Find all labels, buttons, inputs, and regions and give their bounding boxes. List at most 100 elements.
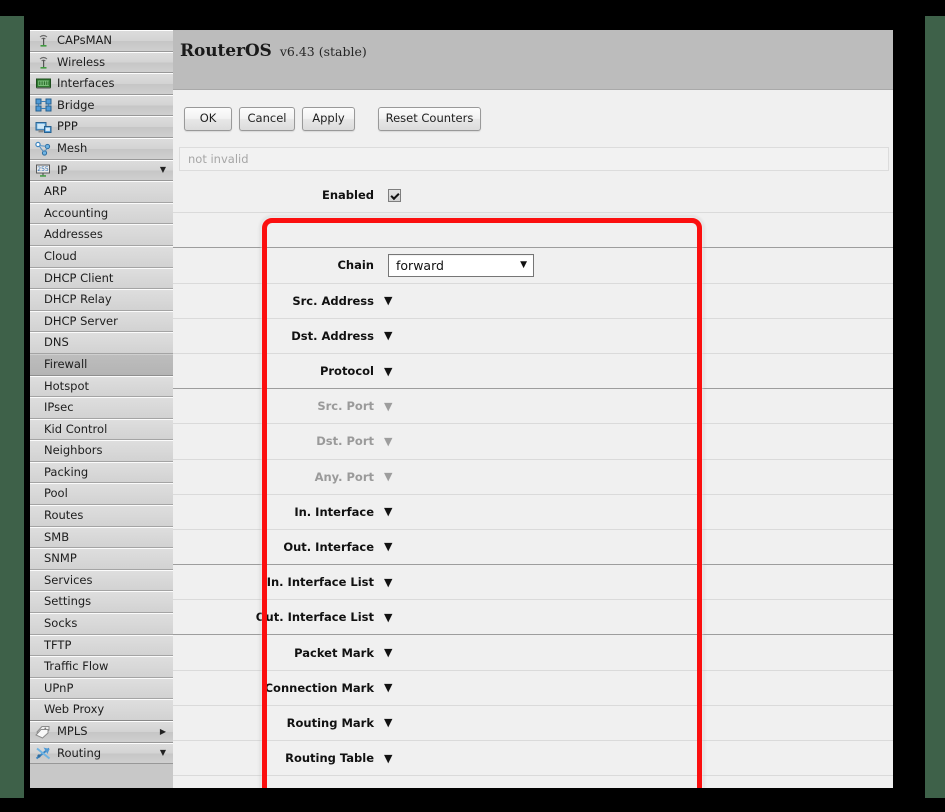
chevron-right-icon[interactable]: ▶ [160,727,166,736]
expand-chevron-down-icon: ▼ [384,399,393,413]
sidebar-item-label: Firewall [44,356,88,371]
form-label-connection-mark: Connection Mark [264,680,374,695]
sidebar-item-kid-control[interactable]: Kid Control [30,418,173,441]
form-label-out-interface: Out. Interface [283,539,374,554]
sidebar-item-traffic-flow[interactable]: Traffic Flow [30,656,173,678]
form-label-out-interface-list: Out. Interface List [255,610,374,625]
window-titlebar: RouterOS v6.43 (stable) [173,30,893,90]
sidebar-item-accounting[interactable]: Accounting [30,202,173,225]
sidebar-item-services[interactable]: Services [30,569,173,592]
form-row-enabled: Enabled [173,178,893,214]
form-row-any-port: Any. Port ▼ [173,459,893,495]
sidebar-item-addresses[interactable]: Addresses [30,224,173,246]
sidebar-item-settings[interactable]: Settings [30,591,173,614]
sidebar-item-ppp[interactable]: PPP [30,116,173,138]
form-label-chain: Chain [337,258,374,273]
version-label: v6.43 (stable) [279,44,367,59]
sidebar-item-tftp[interactable]: TFTP [30,634,173,657]
routeros-window: CAPsMAN Wireless Interfaces Bridge PPP Mesh 25… [30,30,893,788]
content-panel: RouterOS v6.43 (stable) OK Cancel Apply … [173,30,893,788]
reset-counters-button[interactable]: Reset Counters [378,106,481,131]
sidebar-item-label: SNMP [44,551,77,566]
sidebar-item-web-proxy[interactable]: Web Proxy [30,699,173,721]
desktop-edge-right [925,0,945,812]
expand-chevron-down-icon[interactable]: ▼ [384,682,392,693]
bridge-icon [35,98,52,112]
sidebar-item-socks[interactable]: Socks [30,613,173,635]
expand-chevron-down-icon[interactable]: ▼ [384,330,392,341]
sidebar-item-arp[interactable]: ARP [30,181,173,203]
expand-chevron-down-icon[interactable]: ▼ [384,717,392,728]
form-control-cell: ▼ [381,541,893,552]
form-control-cell: ▼ [381,471,893,482]
chevron-down-icon[interactable]: ▼ [160,749,166,757]
form-control-cell: ▼ [381,436,893,447]
sidebar-item-label: Cloud [44,248,77,263]
sidebar-item-upnp[interactable]: UPnP [30,677,173,700]
form-control-cell: ▼ [381,401,893,412]
sidebar-item-firewall[interactable]: Firewall [30,353,173,376]
sidebar-item-routes[interactable]: Routes [30,505,173,527]
form-row-routing-mark: Routing Mark ▼ [173,705,893,741]
sidebar-item-interfaces[interactable]: Interfaces [30,73,173,95]
apply-button[interactable]: Apply [302,106,355,131]
sidebar-item-smb[interactable]: SMB [30,526,173,549]
sidebar-item-label: Addresses [44,227,103,242]
expand-chevron-down-icon[interactable]: ▼ [384,295,392,306]
sidebar-item-label: DHCP Relay [44,292,112,307]
sidebar-item-hotspot[interactable]: Hotspot [30,375,173,398]
sidebar-item-label: DHCP Client [44,270,114,285]
sidebar-item-dhcp-client[interactable]: DHCP Client [30,267,173,290]
form-label-dst-port: Dst. Port [316,434,374,449]
mesh-icon [35,142,51,156]
sidebar-item-ip[interactable]: 255 IP ▼ [30,159,173,182]
sidebar-item-packing[interactable]: Packing [30,461,173,484]
sidebar-item-pool[interactable]: Pool [30,483,173,506]
sidebar-item-mpls[interactable]: MPLS ▶ [30,721,173,743]
sidebar-item-label: DNS [44,335,69,350]
form-label-protocol: Protocol [319,364,374,379]
form-row-src-port: Src. Port ▼ [173,389,893,425]
expand-chevron-down-icon[interactable]: ▼ [384,366,392,377]
sidebar-item-label: UPnP [44,680,74,695]
form-label-src-address: Src. Address [292,293,374,308]
ok-button[interactable]: OK [184,106,232,131]
sidebar-item-wireless[interactable]: Wireless [30,51,173,74]
expand-chevron-down-icon[interactable]: ▼ [384,506,392,517]
sidebar-item-label: SMB [44,529,70,544]
form-row-packet-mark: Packet Mark ▼ [173,635,893,671]
status-field[interactable]: not invalid [179,147,889,171]
form-row-src-address: Src. Address ▼ [173,283,893,319]
cancel-button[interactable]: Cancel [239,106,295,131]
sidebar-item-dhcp-server[interactable]: DHCP Server [30,310,173,333]
sidebar-item-neighbors[interactable]: Neighbors [30,440,173,462]
form-label-dst-address: Dst. Address [291,328,374,343]
sidebar-item-bridge[interactable]: Bridge [30,94,173,117]
sidebar-item-label: Routes [44,508,84,523]
sidebar-item-label: Interfaces [57,76,115,91]
sidebar-item-cloud[interactable]: Cloud [30,245,173,268]
expand-chevron-down-icon[interactable]: ▼ [384,577,392,588]
form-control-cell: ▼ [381,682,893,693]
sidebar-item-capsman[interactable]: CAPsMAN [30,30,173,52]
enabled-checkbox[interactable] [388,188,401,202]
sidebar-item-mesh[interactable]: Mesh [30,137,173,160]
sidebar-item-label: CAPsMAN [57,33,113,47]
form-control-cell [381,188,893,202]
expand-chevron-down-icon[interactable]: ▼ [384,753,392,764]
form-row-routing-table: Routing Table ▼ [173,741,893,777]
sidebar-item-dhcp-relay[interactable]: DHCP Relay [30,289,173,311]
chevron-down-icon[interactable]: ▼ [160,166,166,174]
expand-chevron-down-icon[interactable]: ▼ [384,612,392,623]
chain-select[interactable]: forward ▼ [388,253,534,277]
sidebar-item-ipsec[interactable]: IPsec [30,397,173,419]
sidebar-item-dns[interactable]: DNS [30,332,173,354]
sidebar-item-routing[interactable]: Routing ▼ [30,742,173,765]
sidebar-item-snmp[interactable]: SNMP [30,548,173,570]
sidebar-item-label: Pool [44,486,68,501]
expand-chevron-down-icon: ▼ [384,470,393,484]
expand-chevron-down-icon[interactable]: ▼ [384,541,392,552]
expand-chevron-down-icon[interactable]: ▼ [384,647,392,658]
form-row-dst-port: Dst. Port ▼ [173,424,893,460]
form-label-src-port: Src. Port [317,399,374,414]
